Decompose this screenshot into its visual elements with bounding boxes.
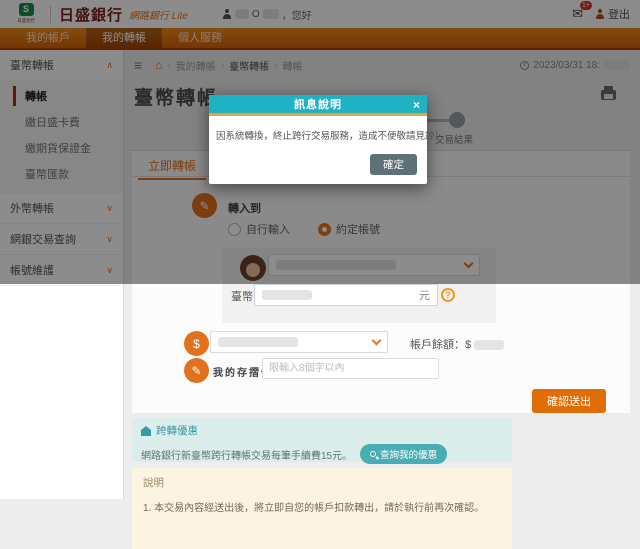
redacted-value: [262, 290, 312, 300]
search-icon: [370, 451, 376, 457]
bank-building-icon: [141, 430, 151, 436]
redacted-value: [474, 340, 504, 350]
check-my-offers-label: 查詢我的優惠: [380, 447, 437, 461]
promo-title-row: 跨轉優惠: [141, 423, 503, 438]
promo-title: 跨轉優惠: [156, 423, 198, 438]
memo-input[interactable]: [262, 358, 439, 379]
confirm-button[interactable]: 確定: [370, 154, 417, 175]
chevron-down-icon: [372, 336, 382, 346]
confirm-submit-button[interactable]: 確認送出: [532, 389, 606, 413]
modal-footer: 確定: [209, 146, 427, 184]
account-balance: 帳戶餘額：$: [410, 336, 504, 352]
amount-input[interactable]: 元: [254, 284, 438, 306]
from-account-select[interactable]: [210, 331, 388, 353]
notes-section: 說明 1. 本交易內容經送出後，將立即自您的帳戶扣款轉出，請於執行前再次確認。: [132, 468, 512, 549]
modal-header: 訊息說明 ×: [209, 95, 427, 116]
close-icon[interactable]: ×: [413, 98, 420, 112]
notes-title: 說明: [143, 475, 501, 490]
promo-text: 網路銀行新臺幣跨行轉帳交易每筆手續費15元。: [141, 447, 352, 462]
currency-unit: 元: [419, 287, 430, 303]
from-account-icon: $: [184, 331, 209, 356]
note-item: 1. 本交易內容經送出後，將立即自您的帳戶扣款轉出，請於執行前再次確認。: [143, 499, 501, 514]
currency-label: 臺幣: [231, 288, 253, 304]
memo-icon: ✎: [184, 358, 209, 383]
help-icon[interactable]: ?: [441, 288, 455, 302]
promo-content-row: 網路銀行新臺幣跨行轉帳交易每筆手續費15元。 查詢我的優惠: [141, 444, 503, 464]
modal-title: 訊息說明: [294, 96, 342, 112]
modal-message: 因系統轉換，終止跨行交易服務，造成不便敬請見諒！: [209, 116, 427, 146]
message-modal: 訊息說明 × 因系統轉換，終止跨行交易服務，造成不便敬請見諒！ 確定: [209, 95, 427, 184]
promo-section: 跨轉優惠 網路銀行新臺幣跨行轉帳交易每筆手續費15元。 查詢我的優惠: [132, 418, 512, 462]
check-my-offers-button[interactable]: 查詢我的優惠: [360, 444, 447, 464]
balance-label: 帳戶餘額：$: [410, 339, 471, 351]
redacted-value: [218, 337, 298, 347]
